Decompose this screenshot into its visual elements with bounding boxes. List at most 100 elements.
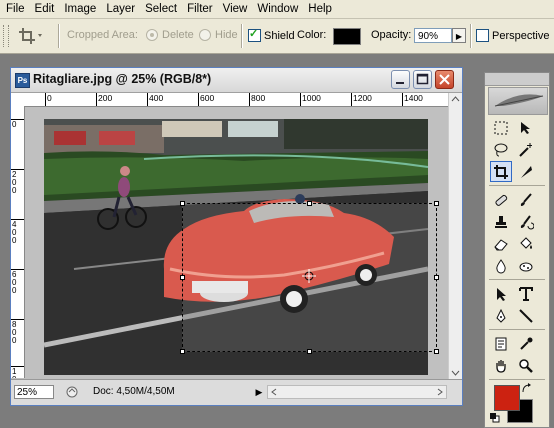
magnifier-icon	[519, 358, 533, 373]
toolbox-separator	[489, 329, 545, 330]
crop-handle-top-right[interactable]	[434, 201, 439, 206]
ruler-tick	[96, 93, 97, 106]
vertical-ruler[interactable]: 0 2 0 0 4 0 0 6 0 0 8 0 0 1 0 0 0	[11, 106, 25, 378]
crop-handle-bottom-left[interactable]	[180, 349, 185, 354]
ruler-label: 600	[200, 93, 215, 103]
history-brush-icon	[520, 214, 534, 229]
close-button[interactable]	[435, 70, 454, 89]
crop-handle-top-left[interactable]	[180, 201, 185, 206]
delete-radio[interactable]: Delete	[146, 29, 194, 41]
ruler-label: 1400	[404, 93, 423, 103]
menu-select[interactable]: Select	[140, 0, 182, 18]
history-brush-tool[interactable]	[515, 211, 537, 232]
document-titlebar[interactable]: Ps Ritagliare.jpg @ 25% (RGB/8*)	[11, 68, 462, 93]
toolbox-separator	[489, 379, 545, 380]
ruler-origin[interactable]	[11, 93, 25, 107]
brush-icon	[520, 192, 532, 206]
menu-filter[interactable]: Filter	[182, 0, 218, 18]
sponge-tool[interactable]	[515, 255, 537, 276]
minimize-icon	[396, 82, 404, 84]
ruler-tick	[351, 93, 352, 106]
scroll-left-icon[interactable]	[268, 386, 280, 398]
canvas-area[interactable]	[25, 107, 447, 379]
blur-tool[interactable]	[490, 255, 512, 276]
crop-tool-icon	[19, 28, 42, 44]
zoom-tool[interactable]	[515, 355, 537, 376]
menu-layer[interactable]: Layer	[101, 0, 140, 18]
document-info: Doc: 4,50M/4,50M	[93, 386, 175, 397]
shield-color-fill	[333, 28, 361, 45]
status-menu-icon[interactable]	[65, 385, 79, 399]
path-selection-icon	[497, 287, 506, 301]
hide-radio-dot	[199, 29, 211, 41]
ruler-label: 0	[12, 120, 17, 129]
cropped-area-label: Cropped Area:	[67, 29, 138, 41]
healing-brush-tool[interactable]	[490, 189, 512, 210]
crop-center-icon[interactable]	[302, 269, 316, 283]
ruler-label: 1 0 0 0	[12, 367, 17, 379]
hand-tool[interactable]	[490, 355, 512, 376]
shield-color-swatch[interactable]	[333, 28, 361, 45]
minimize-button[interactable]	[391, 70, 410, 89]
status-arrow-button[interactable]: ▶	[253, 385, 265, 399]
ruler-label: 800	[251, 93, 266, 103]
move-tool[interactable]	[515, 117, 537, 138]
slice-tool[interactable]	[515, 161, 537, 182]
marquee-tool[interactable]	[490, 117, 512, 138]
opacity-input[interactable]: 90%	[414, 28, 452, 43]
toolbox-separator	[489, 279, 545, 280]
tool-preset-picker[interactable]	[18, 27, 44, 45]
crop-handle-left[interactable]	[180, 275, 185, 280]
shield-checkbox[interactable]: Shield	[248, 27, 295, 42]
opacity-label: Opacity:	[371, 29, 412, 41]
opacity-slider-button[interactable]: ▶	[452, 28, 466, 43]
toolbox-header[interactable]	[485, 73, 549, 86]
horizontal-scrollbar[interactable]	[267, 385, 447, 399]
options-bar-gripper[interactable]	[3, 25, 9, 47]
crop-handle-right[interactable]	[434, 275, 439, 280]
eyedropper-tool[interactable]	[515, 333, 537, 354]
vertical-scrollbar[interactable]	[448, 93, 462, 379]
delete-label: Delete	[162, 29, 194, 41]
notes-tool[interactable]	[490, 333, 512, 354]
pen-tool[interactable]	[490, 305, 512, 326]
zoom-field[interactable]: 25%	[14, 385, 54, 399]
default-colors-icon[interactable]	[490, 413, 500, 423]
type-tool[interactable]	[515, 283, 537, 304]
brush-tool[interactable]	[515, 189, 537, 210]
magic-wand-tool[interactable]	[515, 139, 537, 160]
adobe-feather-logo[interactable]	[488, 87, 548, 115]
foreground-color-swatch[interactable]	[494, 385, 520, 411]
eraser-tool[interactable]	[490, 233, 512, 254]
lasso-tool[interactable]	[490, 139, 512, 160]
line-tool[interactable]	[515, 305, 537, 326]
ruler-label: 400	[149, 93, 164, 103]
scroll-up-icon[interactable]	[449, 93, 462, 106]
crop-tool[interactable]	[490, 161, 512, 182]
lasso-icon	[494, 143, 508, 156]
scroll-right-icon[interactable]	[434, 386, 446, 398]
perspective-checkbox[interactable]: Perspective	[476, 29, 549, 42]
crop-handle-bottom-right[interactable]	[434, 349, 439, 354]
menu-help[interactable]: Help	[303, 0, 337, 18]
path-selection-tool[interactable]	[490, 283, 512, 304]
menu-window[interactable]: Window	[252, 0, 303, 18]
crop-handle-bottom[interactable]	[307, 349, 312, 354]
menu-image[interactable]: Image	[59, 0, 101, 18]
menu-file[interactable]: File	[0, 0, 30, 18]
hide-radio[interactable]: Hide	[199, 29, 238, 41]
menu-edit[interactable]: Edit	[30, 0, 60, 18]
crop-icon	[494, 164, 508, 179]
swap-colors-icon[interactable]	[521, 383, 533, 395]
paint-bucket-tool[interactable]	[515, 233, 537, 254]
crop-handle-top[interactable]	[307, 201, 312, 206]
paint-bucket-icon	[520, 236, 532, 249]
eyedropper-icon	[520, 337, 533, 350]
horizontal-ruler[interactable]: 0 200 400 600 800 1000 1200 1400	[24, 93, 461, 107]
status-bar: 25% Doc: 4,50M/4,50M ▶	[11, 379, 462, 405]
ruler-label: 0	[47, 93, 52, 103]
menu-view[interactable]: View	[218, 0, 253, 18]
maximize-button[interactable]	[413, 70, 432, 89]
scroll-down-icon[interactable]	[449, 366, 462, 379]
clone-stamp-tool[interactable]	[490, 211, 512, 232]
